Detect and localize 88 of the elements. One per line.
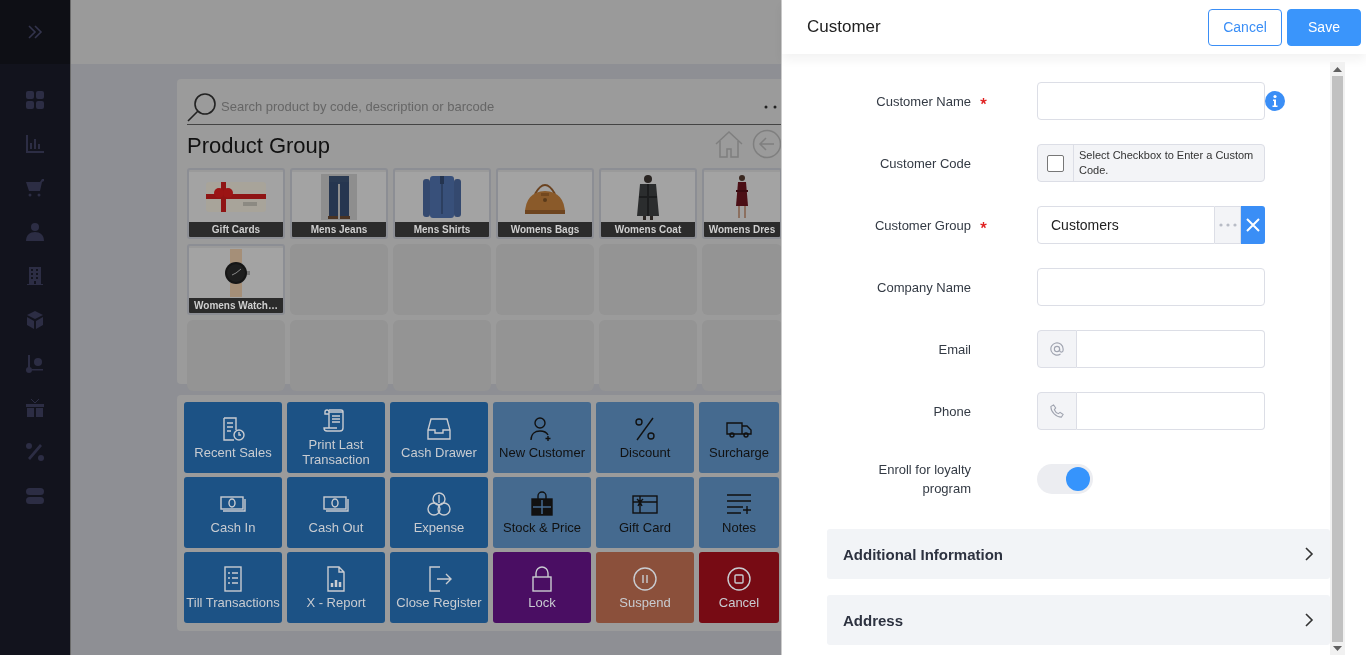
product-tile[interactable]: Womens Dres bbox=[702, 168, 782, 239]
checkbox[interactable] bbox=[1047, 154, 1064, 172]
receipt-clock-icon bbox=[220, 415, 246, 442]
checkbox-hint: Select Checkbox to Enter a Custom Code. bbox=[1078, 148, 1255, 178]
tile-label: Womens Coat bbox=[601, 222, 695, 237]
box-icon[interactable] bbox=[25, 310, 45, 330]
save-button[interactable]: Save bbox=[1287, 8, 1361, 46]
field-label: Customer Group bbox=[873, 216, 971, 235]
at-icon bbox=[1050, 342, 1064, 356]
text-field[interactable] bbox=[1037, 268, 1265, 306]
percent-icon[interactable] bbox=[25, 442, 45, 462]
field-label: Customer Code bbox=[878, 154, 971, 173]
tile-label: Gift Cards bbox=[189, 222, 283, 237]
group-field[interactable]: Customers bbox=[1037, 206, 1215, 244]
pause-icon bbox=[632, 565, 658, 592]
stop-icon bbox=[726, 565, 752, 592]
action-button[interactable]: Surcharge bbox=[699, 402, 779, 473]
action-button[interactable]: Cash Out bbox=[287, 477, 385, 548]
phone-icon bbox=[1050, 404, 1064, 418]
tile-label: Womens Bags bbox=[498, 222, 592, 237]
back-icon[interactable] bbox=[752, 129, 782, 159]
action-button[interactable]: Lock bbox=[493, 552, 591, 623]
product-tile[interactable]: Womens Watch… bbox=[187, 244, 285, 315]
product-tile[interactable]: Womens Bags bbox=[496, 168, 594, 239]
action-button[interactable]: Cancel bbox=[699, 552, 779, 623]
chevron-right-icon bbox=[1304, 547, 1314, 561]
tile-label: Womens Dres bbox=[704, 222, 780, 237]
scrollbar[interactable] bbox=[1330, 62, 1345, 655]
search-icon bbox=[187, 91, 217, 122]
email-field[interactable] bbox=[1077, 330, 1265, 368]
clear-button[interactable] bbox=[1241, 206, 1265, 244]
action-button[interactable]: Notes bbox=[699, 477, 779, 548]
bar-chart-icon[interactable] bbox=[25, 134, 45, 154]
field-label: Enroll for loyalty program bbox=[877, 461, 971, 498]
action-button[interactable]: Suspend bbox=[596, 552, 694, 623]
action-button[interactable]: X - Report bbox=[287, 552, 385, 623]
product-tile[interactable]: Womens Coat bbox=[599, 168, 697, 239]
accordion-section[interactable]: Additional Information bbox=[827, 529, 1330, 579]
action-button[interactable]: Cash In bbox=[184, 477, 282, 548]
action-button[interactable]: Stock & Price bbox=[493, 477, 591, 548]
branch-icon[interactable] bbox=[25, 354, 45, 374]
action-button[interactable]: Cash Drawer bbox=[390, 402, 488, 473]
cancel-button[interactable]: Cancel bbox=[1208, 8, 1282, 46]
more-icon[interactable] bbox=[764, 104, 778, 109]
action-button[interactable]: Gift Card bbox=[596, 477, 694, 548]
action-button[interactable]: Close Register bbox=[390, 552, 488, 623]
home-icon[interactable] bbox=[714, 130, 744, 158]
lock-icon bbox=[529, 565, 555, 592]
exit-icon bbox=[426, 565, 452, 592]
action-button[interactable]: New Customer bbox=[493, 402, 591, 473]
field-label: Phone bbox=[932, 402, 971, 421]
product-tile[interactable]: Mens Shirts bbox=[393, 168, 491, 239]
person-icon[interactable] bbox=[25, 222, 45, 242]
tray-icon bbox=[426, 415, 452, 442]
gift-icon[interactable] bbox=[25, 398, 45, 418]
product-tile[interactable]: Gift Cards bbox=[187, 168, 285, 239]
cart-icon[interactable] bbox=[25, 178, 45, 198]
panel-title: Customer bbox=[807, 17, 881, 37]
bag-icon bbox=[529, 490, 555, 517]
tile-label: Mens Shirts bbox=[395, 222, 489, 237]
more-icon bbox=[1218, 223, 1237, 227]
close-icon bbox=[1245, 217, 1261, 233]
field-label: Company Name bbox=[876, 278, 971, 297]
action-button[interactable]: Expense bbox=[390, 477, 488, 548]
coins-icon bbox=[426, 490, 452, 517]
action-button[interactable]: Discount bbox=[596, 402, 694, 473]
field-label: Email bbox=[937, 340, 971, 359]
building-icon[interactable] bbox=[25, 266, 45, 286]
chevron-right-icon bbox=[1304, 613, 1314, 627]
dashboard-icon[interactable] bbox=[25, 90, 45, 110]
action-button[interactable]: Till Transactions bbox=[184, 552, 282, 623]
scroll-down-icon[interactable] bbox=[1333, 646, 1342, 652]
action-button[interactable]: Print Last Transaction bbox=[287, 402, 385, 473]
action-button[interactable]: Recent Sales bbox=[184, 402, 282, 473]
percent-icon bbox=[632, 415, 658, 442]
loyalty-toggle[interactable] bbox=[1037, 464, 1093, 494]
scroll-up-icon[interactable] bbox=[1333, 66, 1342, 72]
tile-label: Womens Watch… bbox=[189, 298, 283, 313]
accordion-section[interactable]: Address bbox=[827, 595, 1330, 645]
field-label: Customer Name bbox=[875, 92, 971, 111]
info-icon[interactable] bbox=[1265, 91, 1285, 111]
phone-field[interactable] bbox=[1077, 392, 1265, 430]
double-chevron-icon[interactable] bbox=[27, 24, 43, 40]
product-tile[interactable]: Mens Jeans bbox=[290, 168, 388, 239]
tile-label: Mens Jeans bbox=[292, 222, 386, 237]
toggle-icon[interactable] bbox=[25, 486, 45, 506]
section-title: Product Group bbox=[187, 133, 331, 159]
text-field[interactable] bbox=[1037, 82, 1265, 120]
